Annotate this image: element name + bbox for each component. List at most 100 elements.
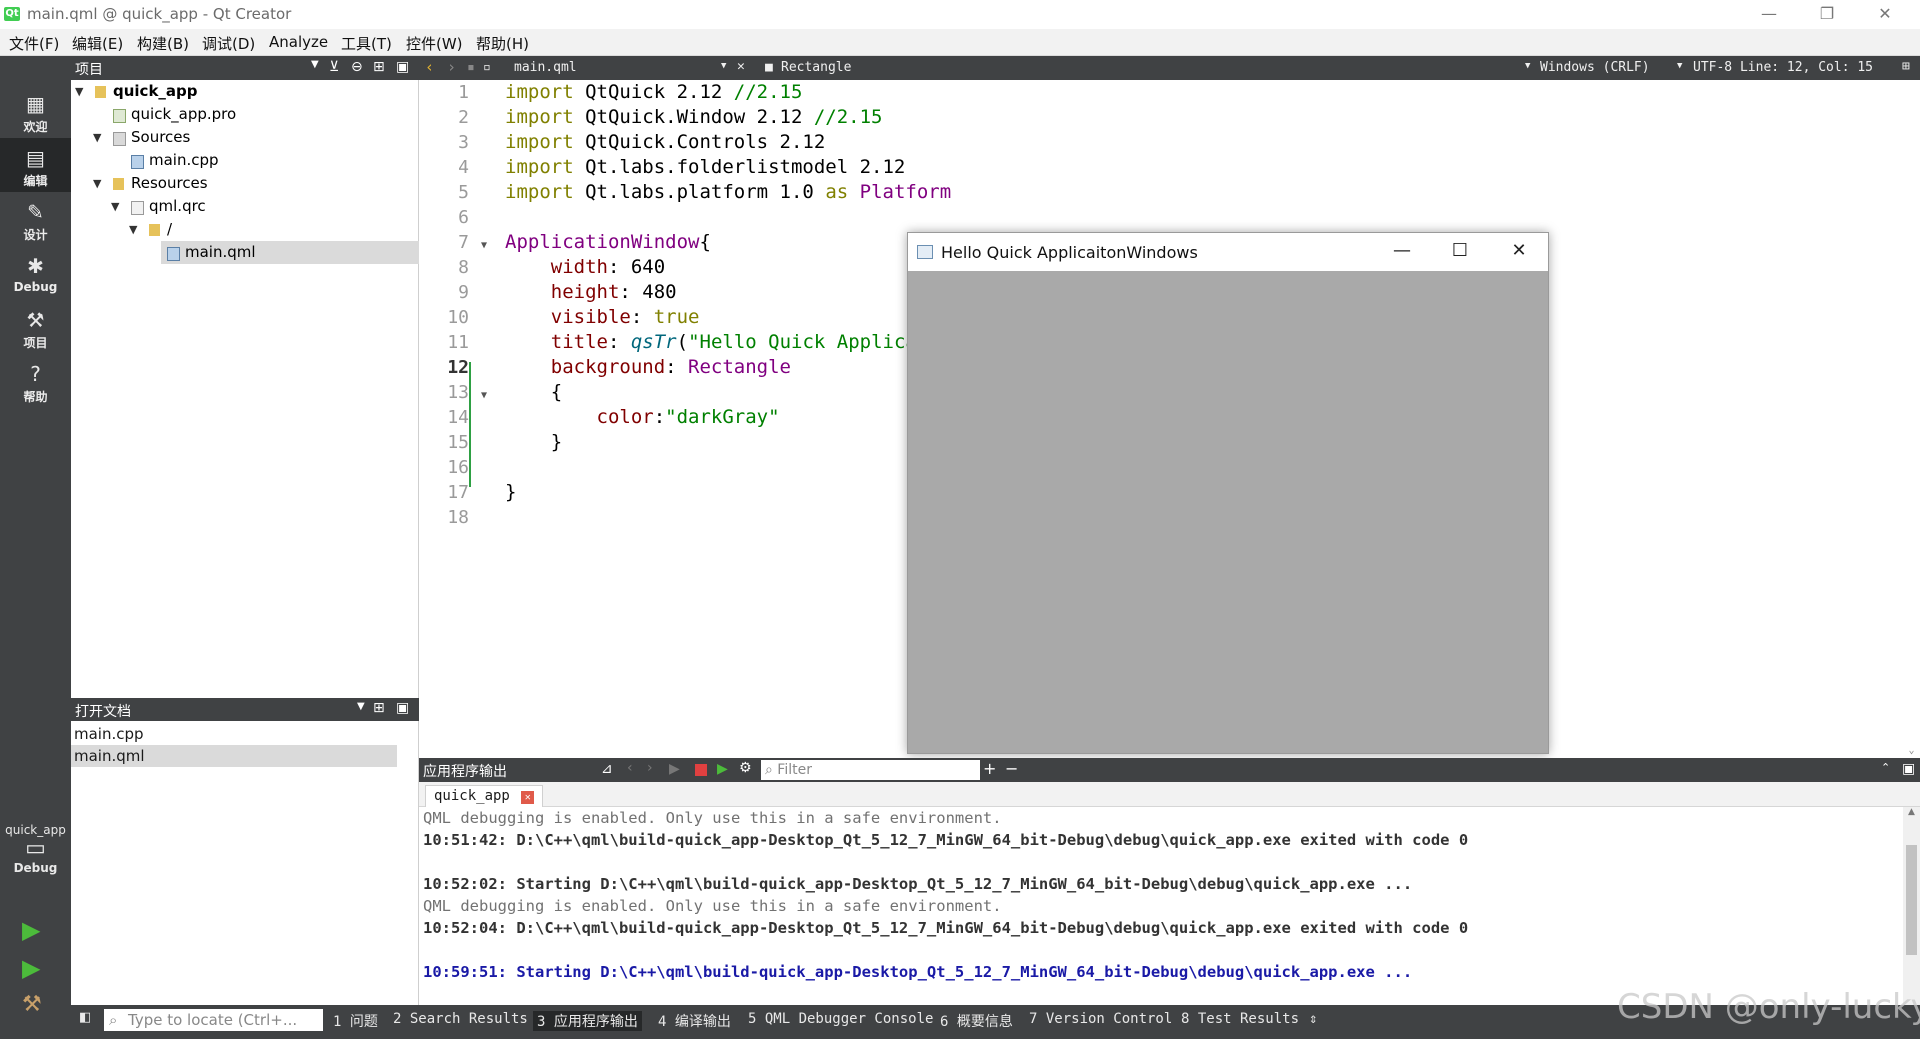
projects-pane-title[interactable]: 项目 xyxy=(75,59,103,79)
link-icon[interactable]: ⊖ xyxy=(351,59,363,75)
menu-bar: 文件(F) 编辑(E) 构建(B) 调试(D) Analyze 工具(T) 控件… xyxy=(0,29,1920,56)
mode-edit[interactable]: ▤ 编辑 xyxy=(0,138,71,192)
tab-search-results[interactable]: 2 Search Results xyxy=(393,1011,528,1027)
maximize-pane-icon[interactable]: ⌃ xyxy=(1881,761,1890,774)
more-tabs-icon[interactable]: ⇕ xyxy=(1309,1011,1317,1027)
close-pane-icon[interactable]: ▣ xyxy=(396,59,409,75)
tree-item-quick-app[interactable]: ▼ quick_app xyxy=(71,80,419,103)
hello-app-window[interactable]: Hello Quick ApplicaitonWindows — ☐ ✕ xyxy=(907,232,1549,754)
forward-arrow-icon[interactable]: › xyxy=(447,58,456,76)
add-icon[interactable]: + xyxy=(983,759,996,778)
menu-debug[interactable]: 调试(D) xyxy=(202,33,255,54)
editor-toolbar: ‹ › ▪ ▫ main.qml ▼ ✕ ■ Rectangle ▼ Windo… xyxy=(419,56,1920,80)
chevron-down-icon[interactable]: ▼ xyxy=(93,126,101,149)
remove-icon[interactable]: − xyxy=(1005,759,1018,778)
tab-general-messages[interactable]: 6 概要信息 xyxy=(940,1011,1013,1031)
tree-item-sources[interactable]: ▼ Sources xyxy=(71,126,419,149)
tab-compile-output[interactable]: 4 编译输出 xyxy=(658,1011,731,1031)
editor-file-name[interactable]: main.qml xyxy=(514,60,577,75)
line-number: 18 xyxy=(447,507,469,528)
menu-tools[interactable]: 工具(T) xyxy=(341,33,392,54)
chevron-down-icon[interactable]: ▼ xyxy=(93,172,101,195)
hello-close-button[interactable]: ✕ xyxy=(1490,233,1548,271)
tab-test-results[interactable]: 8 Test Results xyxy=(1181,1011,1299,1027)
gear-icon[interactable]: ⚙ xyxy=(739,760,752,776)
application-output-log[interactable]: QML debugging is enabled. Only use this … xyxy=(419,807,1920,1005)
tab-qml-debugger-console[interactable]: 5 QML Debugger Console xyxy=(748,1011,933,1027)
tree-item-main-cpp[interactable]: main.cpp xyxy=(71,149,419,172)
mode-help[interactable]: ? 帮助 xyxy=(0,354,71,408)
menu-file[interactable]: 文件(F) xyxy=(9,33,59,54)
rerun-icon[interactable]: ▶ xyxy=(717,761,728,777)
debug-run-button[interactable]: ▶ xyxy=(22,954,40,982)
stop-icon[interactable] xyxy=(695,764,707,776)
build-hammer-button[interactable]: ⚒ xyxy=(22,992,42,1017)
output-tab-quick-app[interactable]: quick_app ✕ xyxy=(425,785,544,807)
tree-item-pro-file[interactable]: quick_app.pro xyxy=(71,103,419,126)
menu-help[interactable]: 帮助(H) xyxy=(476,33,529,54)
mode-welcome[interactable]: ▦ 欢迎 xyxy=(0,84,71,138)
output-scrollbar[interactable]: ▲ xyxy=(1903,807,1920,1005)
chevron-down-icon[interactable]: ▼ xyxy=(1677,61,1682,71)
locator-input[interactable]: ⌕ Type to locate (Ctrl+... xyxy=(104,1009,323,1031)
chevron-down-icon[interactable]: ▼ xyxy=(1525,61,1530,71)
menu-widgets[interactable]: 控件(W) xyxy=(406,33,463,54)
chevron-down-icon[interactable]: ▼ xyxy=(129,218,137,241)
split-icon[interactable]: ⊞ xyxy=(373,700,385,716)
tree-item-resources[interactable]: ▼ Resources xyxy=(71,172,419,195)
open-doc-main-cpp[interactable]: main.cpp xyxy=(71,723,397,745)
toggle-sidebar-icon[interactable]: ◧ xyxy=(79,1010,91,1025)
chevron-down-icon[interactable]: ▼ xyxy=(721,61,726,71)
mode-design[interactable]: ✎ 设计 xyxy=(0,192,71,246)
line-ending-selector[interactable]: Windows (CRLF) xyxy=(1540,60,1650,75)
open-documents-title[interactable]: 打开文档 xyxy=(75,701,131,721)
split-icon[interactable]: ⊞ xyxy=(1902,59,1910,74)
fold-arrow-icon[interactable]: ▼ xyxy=(481,240,487,251)
run-icon[interactable]: ▶ xyxy=(669,761,680,777)
hello-window-title-bar[interactable]: Hello Quick ApplicaitonWindows — ☐ ✕ xyxy=(908,233,1548,271)
symbol-selector[interactable]: Rectangle xyxy=(781,60,851,75)
attach-icon[interactable]: ⊿ xyxy=(601,761,613,777)
split-icon[interactable]: ⊞ xyxy=(373,59,385,75)
close-pane-icon[interactable]: ▣ xyxy=(1902,761,1915,777)
project-folder-icon xyxy=(95,86,106,98)
filter-input[interactable]: ⌕ Filter xyxy=(761,760,980,780)
qml-file-icon xyxy=(167,247,180,261)
code-line: visible: true xyxy=(550,306,700,328)
close-document-icon[interactable]: ✕ xyxy=(737,59,745,74)
tree-item-main-qml[interactable]: main.qml xyxy=(161,241,419,264)
restore-button[interactable]: ❐ xyxy=(1798,0,1856,29)
chevron-down-icon[interactable]: ▼ xyxy=(357,701,365,712)
back-arrow-icon[interactable]: ‹ xyxy=(425,58,434,76)
menu-build[interactable]: 构建(B) xyxy=(137,33,189,54)
tab-version-control[interactable]: 7 Version Control xyxy=(1029,1011,1172,1027)
tab-issues[interactable]: 1 问题 xyxy=(333,1011,378,1031)
menu-analyze[interactable]: Analyze xyxy=(269,33,328,51)
mode-projects[interactable]: ⚒ 项目 xyxy=(0,300,71,354)
close-tab-icon[interactable]: ✕ xyxy=(521,791,535,804)
tab-application-output[interactable]: 3 应用程序输出 xyxy=(533,1011,642,1031)
kit-selector[interactable]: quick_app ▭ Debug xyxy=(0,821,71,887)
chevron-down-icon[interactable]: ▼ xyxy=(111,195,119,218)
fold-arrow-icon[interactable]: ▼ xyxy=(481,390,487,401)
hello-maximize-button[interactable]: ☐ xyxy=(1431,233,1489,271)
scrollbar-thumb[interactable] xyxy=(1906,845,1917,955)
editor-scrollbar[interactable]: ⌄ xyxy=(1903,80,1920,758)
close-button[interactable]: ✕ xyxy=(1856,0,1914,29)
menu-edit[interactable]: 编辑(E) xyxy=(72,33,123,54)
minimize-button[interactable]: — xyxy=(1740,0,1798,29)
run-button[interactable]: ▶ xyxy=(22,916,40,944)
mode-debug[interactable]: ✱ Debug xyxy=(0,246,71,300)
tree-item-qml-qrc[interactable]: ▼ qml.qrc xyxy=(71,195,419,218)
filter-icon[interactable]: ⊻ xyxy=(329,59,339,75)
prev-arrow-icon[interactable]: ‹ xyxy=(627,760,633,776)
chevron-down-icon[interactable]: ▼ xyxy=(311,59,319,70)
next-arrow-icon[interactable]: › xyxy=(647,760,653,776)
open-doc-main-qml[interactable]: main.qml xyxy=(71,745,397,767)
tree-item-root-prefix[interactable]: ▼ / xyxy=(71,218,419,241)
hello-minimize-button[interactable]: — xyxy=(1373,233,1431,271)
cursor-position[interactable]: UTF-8 Line: 12, Col: 15 xyxy=(1693,60,1873,75)
log-line: 10:52:02: Starting D:\C++\qml\build-quic… xyxy=(423,875,1413,893)
chevron-down-icon[interactable]: ▼ xyxy=(75,80,83,103)
close-pane-icon[interactable]: ▣ xyxy=(396,700,409,716)
